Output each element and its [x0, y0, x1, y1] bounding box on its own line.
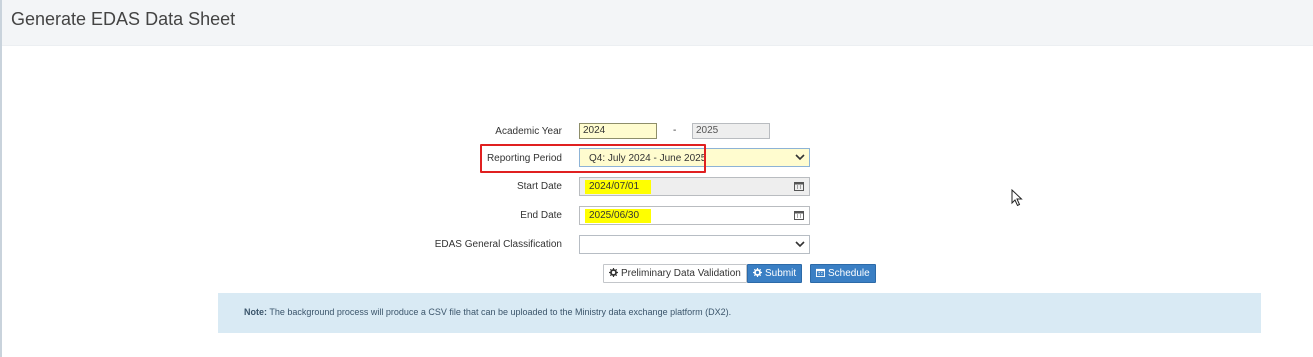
- calendar-icon[interactable]: [794, 181, 804, 191]
- start-date-value: 2024/07/01: [585, 180, 651, 194]
- schedule-label: Schedule: [828, 268, 870, 279]
- academic-year-start-input[interactable]: 2024: [579, 123, 657, 139]
- cursor-icon: [1011, 189, 1023, 207]
- academic-year-separator: -: [673, 125, 677, 136]
- academic-year-label: Academic Year: [495, 126, 562, 137]
- end-date-label: End Date: [520, 210, 562, 221]
- preliminary-validation-label: Preliminary Data Validation: [621, 268, 741, 279]
- classification-label: EDAS General Classification: [434, 239, 562, 250]
- schedule-button[interactable]: Schedule: [810, 264, 876, 283]
- preliminary-validation-button[interactable]: Preliminary Data Validation: [603, 264, 747, 283]
- calendar-icon[interactable]: [794, 210, 804, 220]
- note-text: Note: The background process will produc…: [244, 307, 731, 317]
- note-prefix: Note:: [244, 307, 267, 317]
- end-date-input[interactable]: 2025/06/30: [579, 206, 810, 225]
- gear-icon: [609, 268, 618, 277]
- academic-year-end-input: 2025: [692, 123, 770, 139]
- note-body: The background process will produce a CS…: [267, 307, 732, 317]
- calendar-icon: [816, 268, 825, 277]
- info-note: Note: The background process will produc…: [218, 293, 1261, 333]
- classification-select[interactable]: [579, 235, 810, 254]
- gear-icon: [753, 268, 762, 277]
- submit-button[interactable]: Submit: [747, 264, 803, 283]
- edas-form: Academic Year 2024 - 2025 Reporting Peri…: [0, 0, 1313, 357]
- chevron-down-icon: [795, 241, 805, 248]
- start-date-label: Start Date: [516, 181, 562, 192]
- chevron-down-icon: [795, 154, 805, 161]
- end-date-value: 2025/06/30: [585, 209, 651, 223]
- submit-label: Submit: [765, 268, 797, 279]
- start-date-input[interactable]: 2024/07/01: [579, 177, 810, 196]
- annotation-highlight-box: [480, 144, 706, 173]
